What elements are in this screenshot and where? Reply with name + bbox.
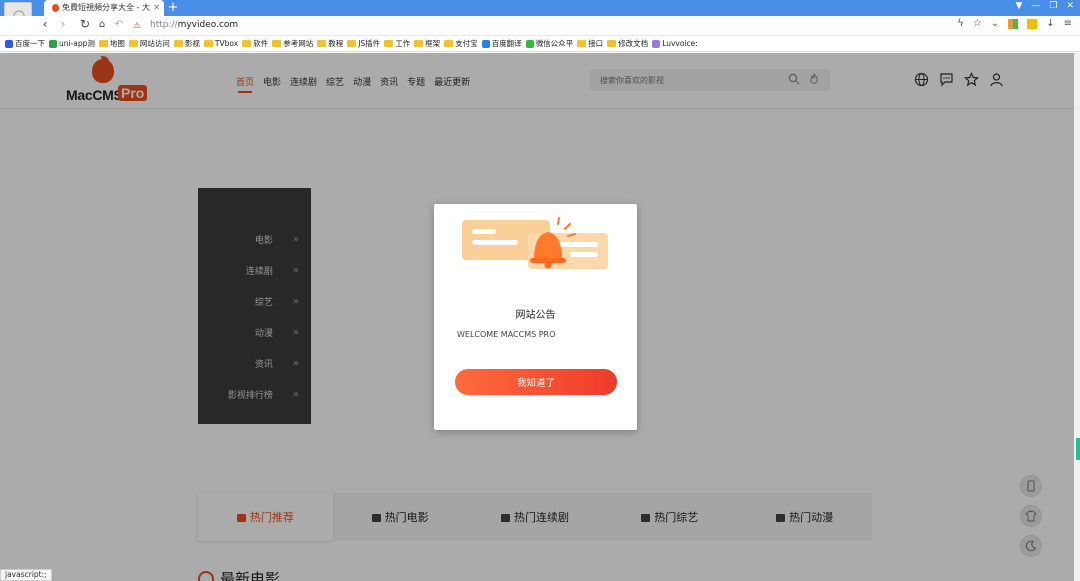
bookmark-item[interactable]: 参考网站 [272,38,313,49]
bookmark-site-icon [481,39,490,48]
bookmark-site-icon [652,39,661,48]
modal-message: WELCOME MACCMS PRO [457,330,556,339]
bookmark-label: 网站访问 [139,39,170,48]
extension-icon[interactable] [1027,19,1038,29]
bookmark-item[interactable]: 修改文档 [607,38,648,49]
browser-tab-active[interactable]: 免費短視頻分享大全 - 大 ✕ [44,0,164,16]
web-page: MacCMS Pro 首页 电影 连续剧 综艺 动漫 资讯 专题 最近更新 搜索… [0,53,1074,581]
bookmark-item[interactable]: Luvvoice: [652,39,698,48]
folder-icon [173,40,183,47]
bookmark-label: 百度翻译 [491,39,522,48]
bookmark-label: 教程 [328,39,344,48]
dropdown-icon[interactable]: ⌄ [991,18,999,29]
folder-icon [577,40,587,47]
scrollbar-thumb[interactable] [1076,438,1080,460]
bookmark-label: 支付宝 [455,39,478,48]
folder-icon [444,40,454,47]
bookmark-item[interactable]: 百度翻译 [481,38,522,49]
download-icon[interactable]: ↓ [1046,18,1054,29]
bookmark-label: uni-app测 [59,39,95,48]
bookmark-item[interactable]: TVbox [203,39,239,48]
folder-icon [203,40,213,47]
browser-status-bar: javascript:; [0,569,52,581]
folder-icon [272,40,282,47]
bookmark-label: 修改文档 [618,39,649,48]
new-tab-button[interactable]: + [166,0,180,16]
bookmark-label: TVbox [214,39,239,48]
folder-icon [384,40,394,47]
forward-icon[interactable]: › [56,17,70,31]
page-scrollbar[interactable] [1074,53,1080,581]
bookmark-site-icon [525,39,534,48]
url-field[interactable]: http://myvideo.com [150,20,238,30]
folder-icon [347,40,357,47]
close-window-icon[interactable]: ✕ [1066,1,1074,11]
back-icon[interactable]: ‹ [38,17,52,31]
bookmark-item[interactable]: 框架 [414,38,440,49]
bookmark-label: 工作 [395,39,411,48]
maximize-icon[interactable]: ❐ [1049,1,1057,11]
folder-icon [98,40,108,47]
bookmark-label: JS插件 [358,39,381,48]
bookmark-item[interactable]: 工作 [384,38,410,49]
bookmark-label: 软件 [253,39,269,48]
bookmark-item[interactable]: uni-app测 [49,38,95,49]
folder-icon [414,40,424,47]
bookmark-item[interactable]: JS插件 [347,38,380,49]
bookmark-site-icon [5,39,13,48]
bookmark-site-icon [49,39,57,48]
bookmark-label: 微信公众平 [535,39,574,48]
notice-bell-illustration [462,217,608,269]
bookmark-item[interactable]: 百度一下 [5,38,45,49]
bookmark-item[interactable]: 软件 [242,38,268,49]
lightning-icon[interactable]: ϟ [957,18,964,29]
notice-modal: 网站公告 WELCOME MACCMS PRO 我知道了 [434,204,637,430]
bookmark-label: 影视 [184,39,200,48]
site-favicon-icon [52,4,59,12]
bookmark-label: Luvvoice: [662,39,698,48]
bookmark-item[interactable]: 微信公众平 [525,38,574,49]
bookmark-label: 接口 [588,39,604,48]
reload-icon[interactable]: ↻ [78,17,92,31]
bookmark-label: 框架 [425,39,441,48]
undo-icon[interactable]: ↶ [112,19,126,30]
bookmark-item[interactable]: 支付宝 [444,38,478,49]
bookmark-item[interactable]: 影视 [173,38,200,49]
url-scheme: http:// [150,20,178,30]
address-bar-actions: ϟ ☆ ⌄ ↓ ≡ [957,18,1072,29]
bookmark-item[interactable]: 地图 [98,38,125,49]
url-host: myvideo.com [177,20,239,30]
acknowledge-button[interactable]: 我知道了 [455,369,617,395]
folder-icon [128,40,138,47]
bookmark-label: 地图 [109,39,125,48]
browser-tab-bar: 免費短視頻分享大全 - 大 ✕ + ▼ — ❐ ✕ [0,0,1080,16]
folder-icon [317,40,327,47]
window-controls: ▼ — ❐ ✕ [1015,1,1074,11]
bookmark-label: 百度一下 [15,39,45,48]
bookmark-item[interactable]: 教程 [317,38,343,49]
bookmark-star-icon[interactable]: ☆ [973,18,982,29]
apps-grid-icon[interactable] [1008,19,1019,29]
site-security-icon[interactable]: ⚠ [130,21,144,30]
menu-icon[interactable]: ≡ [1064,18,1072,29]
shirt-skin-icon[interactable]: ▼ [1015,1,1022,11]
modal-title: 网站公告 [515,310,556,321]
bookmark-label: 参考网站 [283,39,314,48]
address-bar: ‹ › ↻ ⌂ ↶ ⚠ http://myvideo.com ϟ ☆ ⌄ ↓ ≡ [0,16,1080,36]
bookmark-item[interactable]: 接口 [577,38,603,49]
close-tab-icon[interactable]: ✕ [153,0,160,16]
home-icon[interactable]: ⌂ [95,19,109,30]
folder-icon [607,40,617,47]
bookmark-item[interactable]: 网站访问 [128,38,170,49]
minimize-icon[interactable]: — [1031,1,1040,11]
folder-icon [242,40,252,47]
browser-tab-title: 免費短視頻分享大全 - 大 [62,3,150,12]
bookmarks-bar: 百度一下 uni-app测 地图 网站访问 影视 TVbox 软件 参考网站 教程 JS插件 工作 框… [0,36,1080,52]
